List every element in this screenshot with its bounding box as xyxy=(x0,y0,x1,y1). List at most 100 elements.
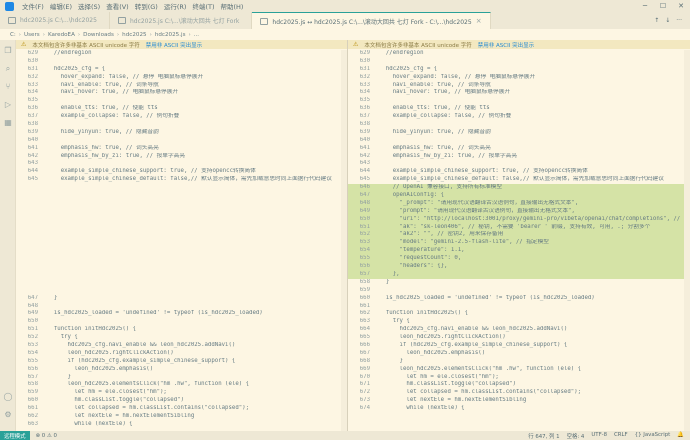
code-line[interactable]: 655 "requestCount": 0, xyxy=(348,255,690,264)
code-line[interactable]: 630 xyxy=(348,58,690,66)
disable-highlight-link[interactable]: 禁用非 ASCII 突出显示 xyxy=(146,41,202,49)
breadcrumb-item[interactable]: Downloads xyxy=(83,32,114,38)
breadcrumb-item[interactable]: Users xyxy=(24,32,40,38)
code-line[interactable]: 645 example_simple_chinese_default: fals… xyxy=(348,176,690,184)
code-line[interactable]: 643 xyxy=(16,160,347,168)
source-control-icon[interactable]: ⑂ xyxy=(3,82,13,92)
code-line[interactable]: 668 } xyxy=(348,358,690,366)
account-icon[interactable]: ◯ xyxy=(3,392,13,402)
breadcrumb-item[interactable]: KaredoEA xyxy=(48,32,75,38)
code-line[interactable]: 653 "model": "gemini-2.5-flash-lite", //… xyxy=(348,239,690,248)
code-line[interactable]: 656 leon_hdc2025.emphasis() xyxy=(16,366,347,374)
code-line[interactable]: 633 navi_enable: true, // 词条导航 xyxy=(348,82,690,90)
line-ending[interactable]: CRLF xyxy=(614,432,628,440)
diff-filler-line[interactable] xyxy=(16,208,347,216)
code-line[interactable]: 631 hdc2025_cfg = { xyxy=(16,66,347,74)
code-line[interactable]: 645 example_simple_chinese_default: fals… xyxy=(16,176,347,184)
tab-close-icon[interactable]: × xyxy=(476,17,482,25)
code-line[interactable]: 652 "ak2": "", // 密钥2, 用来保存备用 xyxy=(348,231,690,240)
code-line[interactable]: 650 xyxy=(16,318,347,326)
code-line[interactable]: 633 navi_enable: true, // 词条导航 xyxy=(16,82,347,90)
code-line[interactable]: 629 //endregion xyxy=(348,50,690,58)
code-line[interactable]: 658 } xyxy=(348,279,690,287)
disable-highlight-link[interactable]: 禁用非 ASCII 突出显示 xyxy=(478,41,534,49)
run-debug-icon[interactable]: ▷ xyxy=(3,100,13,110)
code-line[interactable]: 634 navi_hover: true, // 电脑鼠标悬停展开 xyxy=(348,89,690,97)
code-line[interactable]: 632 hover_expand: false, // 悬停 电脑鼠标悬停展开 xyxy=(16,74,347,82)
code-line[interactable]: 629 //endregion xyxy=(16,50,347,58)
code-line[interactable]: 655 if (hdc2025_cfg.example_simple_chine… xyxy=(16,358,347,366)
diff-modified-pane[interactable]: ⚠ 本文档包含许多非基本 ASCII unicode 字符 禁用非 ASCII … xyxy=(348,40,690,431)
code-line[interactable]: 642 emphasis_hw_by_zi: true, // 按单字高亮 xyxy=(16,153,347,161)
breadcrumb-item[interactable]: hdc2025 xyxy=(122,32,146,38)
editor-tab[interactable]: hdc2025.js C:\...\hdc2025 xyxy=(0,12,110,29)
diff-filler-line[interactable] xyxy=(16,263,347,271)
minimap[interactable] xyxy=(341,50,347,431)
menu-item[interactable]: 运行(R) xyxy=(164,1,187,11)
code-line[interactable]: 637 example_collapse: false, // 例句折叠 xyxy=(16,113,347,121)
diff-filler-line[interactable] xyxy=(16,287,347,295)
code-line[interactable]: 650 "uri": "http://localhost:3001/proxy/… xyxy=(348,215,690,224)
breadcrumb-item[interactable]: ... xyxy=(194,32,199,38)
code-line[interactable]: 661 xyxy=(348,303,690,311)
code-line[interactable]: 652 try { xyxy=(16,334,347,342)
menu-item[interactable]: 选择(S) xyxy=(78,1,100,11)
code-line[interactable]: 648 xyxy=(16,303,347,311)
extensions-icon[interactable]: ▦ xyxy=(3,118,13,128)
code-line[interactable]: 644 example_simple_chinese_support: true… xyxy=(348,168,690,176)
code-line[interactable]: 662 function initHdc2025() { xyxy=(348,310,690,318)
code-line[interactable]: 651 function initHdc2025() { xyxy=(16,326,347,334)
code-line[interactable]: 638 xyxy=(16,121,347,129)
minimize-icon[interactable]: ─ xyxy=(636,0,654,12)
diff-filler-line[interactable] xyxy=(16,247,347,255)
code-line[interactable]: 638 xyxy=(348,121,690,129)
code-line[interactable]: 631 hdc2025_cfg = { xyxy=(348,66,690,74)
code-line[interactable]: 639 hide_yinyun: true, // 隐藏音韵 xyxy=(16,129,347,137)
code-line[interactable]: 647 } xyxy=(16,295,347,303)
diff-filler-line[interactable] xyxy=(16,184,347,192)
menu-item[interactable]: 转到(G) xyxy=(135,1,158,11)
diff-filler-line[interactable] xyxy=(16,279,347,287)
close-icon[interactable]: ✕ xyxy=(672,0,690,12)
diff-filler-line[interactable] xyxy=(16,239,347,247)
code-line[interactable]: 635 xyxy=(16,97,347,105)
code-line[interactable]: 649 is_hdc2025_loaded = 'undefined' != t… xyxy=(16,310,347,318)
menu-item[interactable]: 文件(F) xyxy=(22,1,44,11)
encoding[interactable]: UTF-8 xyxy=(591,432,607,440)
code-line[interactable]: 635 xyxy=(348,97,690,105)
code-line[interactable]: 643 xyxy=(348,160,690,168)
code-line[interactable]: 637 example_collapse: false, // 例句折叠 xyxy=(348,113,690,121)
diff-filler-line[interactable] xyxy=(16,271,347,279)
code-line[interactable]: 636 enable_tts: true, // 使能 tts xyxy=(348,105,690,113)
code-line[interactable]: 648 "_prompt": "请用现代汉语翻译古汉语例句，直接输出无格式文本"… xyxy=(348,199,690,208)
diff-filler-line[interactable] xyxy=(16,255,347,263)
code-line[interactable]: 666 if (hdc2025_cfg.example_simple_chine… xyxy=(348,342,690,350)
code-line[interactable]: 664 hdc2025_cfg.navi_enable && leon_hdc2… xyxy=(348,326,690,334)
previous-change-icon[interactable]: ↑ xyxy=(654,17,659,24)
code-line[interactable]: 646 // OpenAI 兼容接口, 支持所有标准模型 xyxy=(348,184,690,193)
code-line[interactable]: 660 hm.classList.toggle("collapsed") xyxy=(16,397,347,405)
code-line[interactable]: 654 "temperature": 1.1, xyxy=(348,247,690,256)
code-line[interactable]: 670 let hm = ele.closest("hm"); xyxy=(348,374,690,382)
code-line[interactable]: 659 let hm = ele.closest("hm"); xyxy=(16,389,347,397)
code-line[interactable]: 651 "ak": "sk-leon406", // 秘钥, 不需要 'bear… xyxy=(348,223,690,232)
cursor-position[interactable]: 行 647, 列 1 xyxy=(528,432,559,440)
code-line[interactable]: 660 is_hdc2025_loaded = 'undefined' != t… xyxy=(348,295,690,303)
code-line[interactable]: 649 "prompt": "请用现代汉语翻译古汉语例句，直接输出无格式文本", xyxy=(348,207,690,216)
code-line[interactable]: 636 enable_tts: true, // 使能 tts xyxy=(16,105,347,113)
notifications-icon[interactable]: 🔔 xyxy=(677,432,684,440)
language-mode[interactable]: {} JavaScript xyxy=(635,432,671,440)
code-line[interactable]: 654 leon_hdc2025.rightClickAction() xyxy=(16,350,347,358)
menu-item[interactable]: 终端(T) xyxy=(192,1,214,11)
code-line[interactable]: 653 hdc2025_cfg.navi_enable && leon_hdc2… xyxy=(16,342,347,350)
code-line[interactable]: 634 navi_hover: true, // 电脑鼠标悬停展开 xyxy=(16,89,347,97)
search-icon[interactable]: ⌕ xyxy=(3,64,13,74)
code-line[interactable]: 657 } xyxy=(16,374,347,382)
diff-filler-line[interactable] xyxy=(16,231,347,239)
code-line[interactable]: 630 xyxy=(16,58,347,66)
remote-indicator[interactable]: 远程模式 xyxy=(0,431,30,440)
code-line[interactable]: 667 leon_hdc2025.emphasis() xyxy=(348,350,690,358)
breadcrumb-item[interactable]: hdc2025.js xyxy=(155,32,186,38)
menu-item[interactable]: 查看(V) xyxy=(106,1,129,11)
code-line[interactable]: 659 xyxy=(348,287,690,295)
